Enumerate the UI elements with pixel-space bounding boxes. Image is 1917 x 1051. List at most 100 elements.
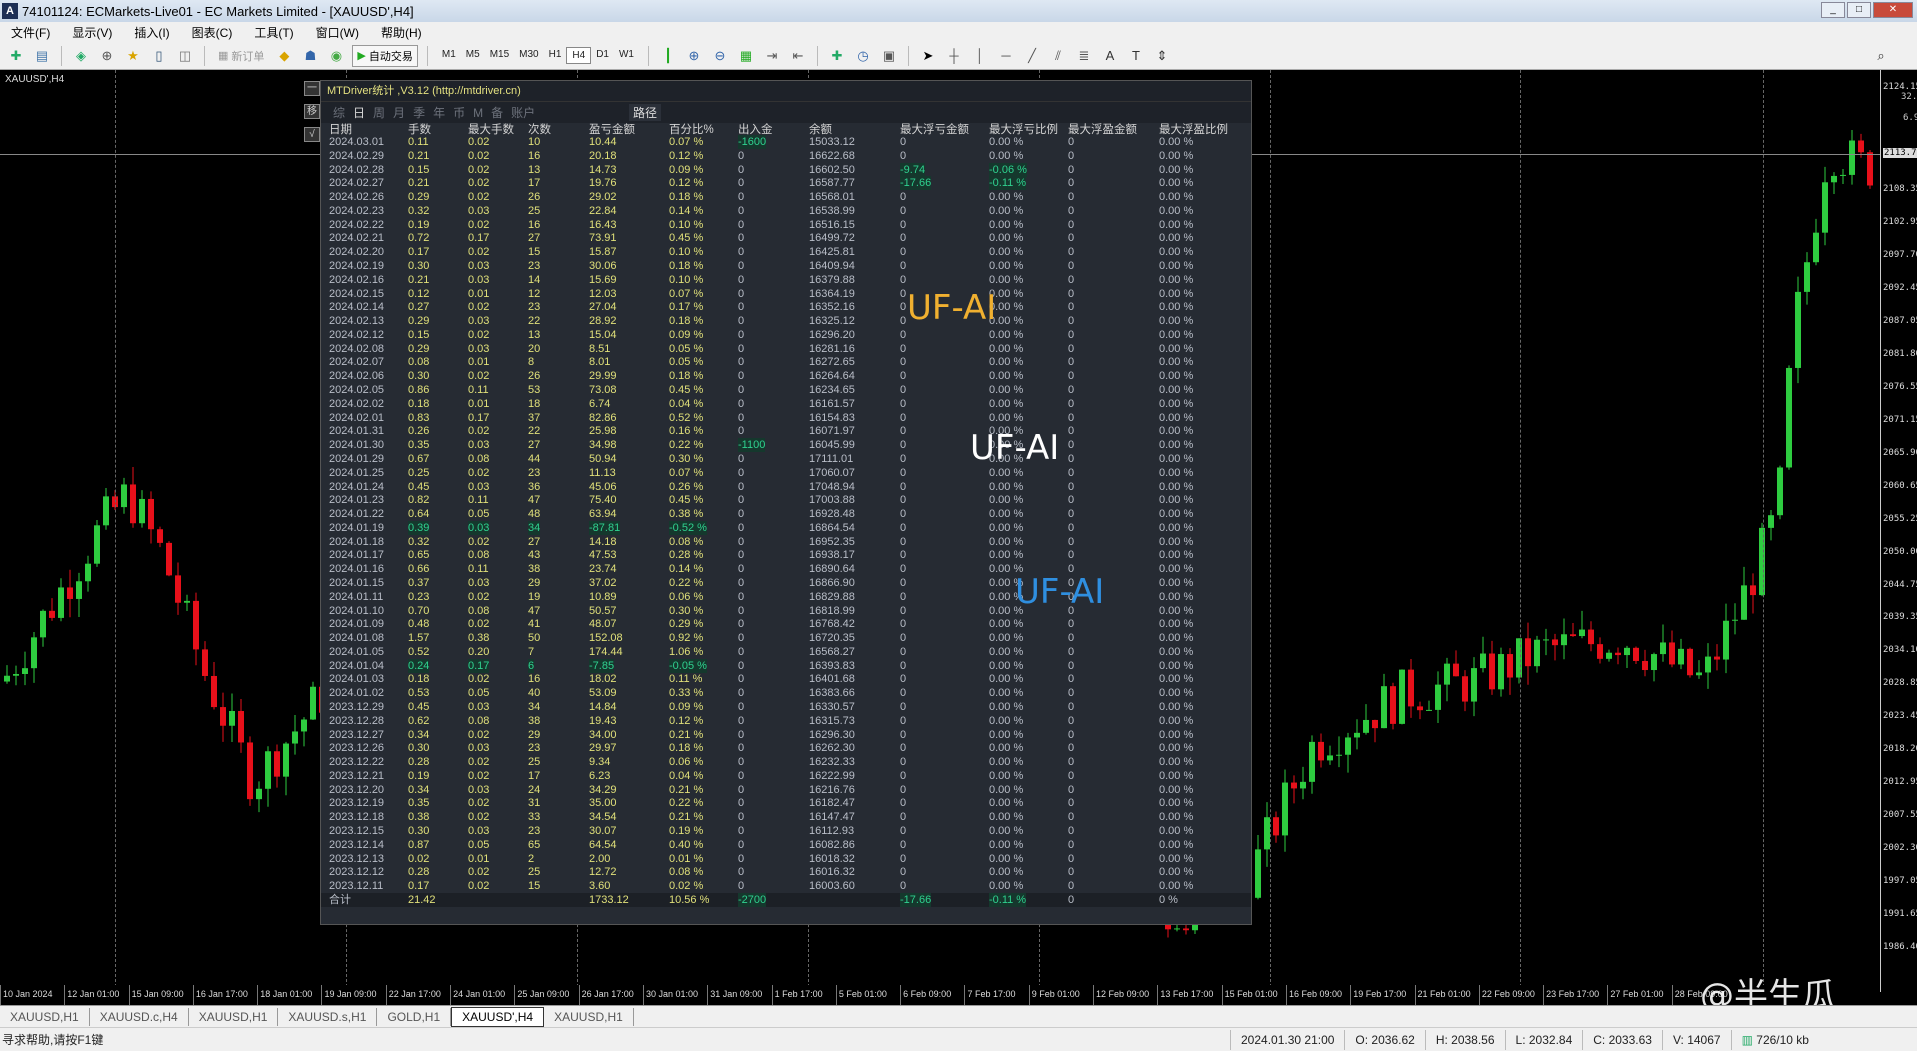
panel-tab-2[interactable]: 周 — [373, 104, 385, 121]
timeframe-d1-button[interactable]: D1 — [591, 47, 614, 64]
timeframe-m15-button[interactable]: M15 — [485, 47, 514, 64]
panel-tab-0[interactable]: 综 — [333, 104, 345, 121]
total-row[interactable]: 合计 21.42 1733.12 10.56 % -2700 -17.66 -0.11 % 0… — [321, 892, 1251, 907]
text-icon[interactable]: A — [1100, 46, 1120, 66]
time-axis[interactable]: 10 Jan 2024 12 Jan 01:00 15 Jan 09:00 16 Ja… — [0, 985, 1880, 1005]
table-row[interactable]: 2023.12.18 0.38 0.02 33 34.54 0.21 % 0 16147.47… — [321, 810, 1251, 824]
panel-tab-1[interactable]: 日 — [353, 104, 365, 121]
periods-icon[interactable]: ◷ — [853, 46, 873, 66]
search-icon[interactable]: ⌕ — [1871, 46, 1891, 66]
new-chart-icon[interactable]: ✚ — [6, 46, 26, 66]
timeframe-m1-button[interactable]: M1 — [437, 47, 461, 64]
table-row[interactable]: 2024.02.02 0.18 0.01 18 6.74 0.04 % 0 16161.57 0… — [321, 397, 1251, 411]
table-row[interactable]: 2024.02.26 0.29 0.02 26 29.02 0.18 % 0 16568.01… — [321, 190, 1251, 204]
chart-tab[interactable]: XAUUSD,H1 — [544, 1007, 634, 1026]
autoscroll-icon[interactable]: ⇤ — [788, 46, 808, 66]
table-row[interactable]: 2023.12.22 0.28 0.02 25 9.34 0.06 % 0 16232.33 0… — [321, 755, 1251, 769]
table-row[interactable]: 2023.12.26 0.30 0.03 23 29.97 0.18 % 0 16262.30… — [321, 741, 1251, 755]
table-row[interactable]: 2024.02.27 0.21 0.02 17 19.76 0.12 % 0 16587.77… — [321, 176, 1251, 191]
trendline-icon[interactable]: ╱ — [1022, 46, 1042, 66]
market-watch-icon[interactable]: ◈ — [71, 46, 91, 66]
community-icon[interactable]: ☗ — [300, 46, 320, 66]
table-row[interactable]: 2024.02.06 0.30 0.02 26 29.99 0.18 % 0 16264.64… — [321, 369, 1251, 383]
table-row[interactable]: 2023.12.21 0.19 0.02 17 6.23 0.04 % 0 16222.99 0… — [321, 769, 1251, 783]
chart-tab[interactable]: XAUUSD,H1 — [189, 1007, 279, 1026]
table-row[interactable]: 2024.01.30 0.35 0.03 27 34.98 0.22 % -1100 1604… — [321, 438, 1251, 453]
minimize-panel-button[interactable]: 一 — [304, 81, 320, 96]
menu-tools[interactable]: 工具(T) — [243, 24, 304, 41]
table-row[interactable]: 2024.02.23 0.32 0.03 25 22.84 0.14 % 0 16538.99… — [321, 204, 1251, 218]
menu-help[interactable]: 帮助(H) — [370, 24, 433, 41]
vertical-line-icon[interactable]: │ — [970, 46, 990, 66]
timeframe-h4-button[interactable]: H4 — [566, 47, 592, 64]
table-row[interactable]: 2024.03.01 0.11 0.02 10 10.44 0.07 % -1600 1503… — [321, 135, 1251, 149]
chart-tab[interactable]: XAUUSD.s,H1 — [278, 1007, 378, 1026]
crosshair-tool-icon[interactable]: ┼ — [944, 46, 964, 66]
table-row[interactable]: 2024.01.03 0.18 0.02 16 18.02 0.11 % 0 16401.68… — [321, 672, 1251, 686]
path-button[interactable]: 路径 — [628, 104, 661, 121]
panel-tab-3[interactable]: 月 — [393, 104, 405, 121]
table-row[interactable]: 2024.01.09 0.48 0.02 41 48.07 0.29 % 0 16768.42… — [321, 617, 1251, 631]
panel-tab-6[interactable]: 币 — [453, 104, 465, 121]
table-row[interactable]: 2023.12.19 0.35 0.02 31 35.00 0.22 % 0 16182.47… — [321, 796, 1251, 810]
panel-tab-9[interactable]: 账户 — [511, 104, 535, 121]
panel-tab-7[interactable]: M — [473, 106, 483, 120]
table-row[interactable]: 2023.12.11 0.17 0.02 15 3.60 0.02 % 0 16003.60 0… — [321, 879, 1251, 893]
table-row[interactable]: 2024.01.19 0.39 0.03 34 -87.81 -0.52 % 0 16864.… — [321, 520, 1251, 535]
table-row[interactable]: 2024.02.14 0.27 0.02 23 27.04 0.17 % 0 16352.16… — [321, 300, 1251, 314]
timeframe-m5-button[interactable]: M5 — [461, 47, 485, 64]
chart-tab[interactable]: XAUUSD.c,H4 — [90, 1007, 189, 1026]
timeframe-m30-button[interactable]: M30 — [514, 47, 543, 64]
menu-charts[interactable]: 图表(C) — [181, 24, 244, 41]
table-row[interactable]: 2024.02.20 0.17 0.02 15 15.87 0.10 % 0 16425.81… — [321, 245, 1251, 259]
table-row[interactable]: 2023.12.27 0.34 0.02 29 34.00 0.21 % 0 16296.30… — [321, 728, 1251, 742]
channel-icon[interactable]: ⫽ — [1048, 46, 1068, 66]
price-axis[interactable]: 2124.15 32.4 6.9 2113.75 2108.35 2102.95 2… — [1880, 70, 1917, 992]
table-row[interactable]: 2024.02.01 0.83 0.17 37 82.86 0.52 % 0 16154.83… — [321, 411, 1251, 425]
profiles-icon[interactable]: ▤ — [32, 46, 52, 66]
table-row[interactable]: 2024.02.08 0.29 0.03 20 8.51 0.05 % 0 16281.16 0… — [321, 342, 1251, 356]
table-row[interactable]: 2023.12.20 0.34 0.03 24 34.29 0.21 % 0 16216.76… — [321, 783, 1251, 797]
table-row[interactable]: 2024.01.04 0.24 0.17 6 -7.85 -0.05 % 0 16393.83… — [321, 658, 1251, 673]
templates-icon[interactable]: ▣ — [879, 46, 899, 66]
table-row[interactable]: 2023.12.12 0.28 0.02 25 12.72 0.08 % 0 16016.32… — [321, 865, 1251, 879]
new-order-button[interactable]: ▦ 新订单 — [214, 46, 268, 66]
metaeditor-icon[interactable]: ◆ — [274, 46, 294, 66]
bar-chart-icon[interactable]: ┃ — [658, 46, 678, 66]
zoom-in-icon[interactable]: ⊕ — [684, 46, 704, 66]
table-row[interactable]: 2024.01.18 0.32 0.02 27 14.18 0.08 % 0 16952.35… — [321, 535, 1251, 549]
horizontal-line-icon[interactable]: ─ — [996, 46, 1016, 66]
table-row[interactable]: 2024.01.10 0.70 0.08 47 50.57 0.30 % 0 16818.99… — [321, 604, 1251, 618]
table-row[interactable]: 2023.12.28 0.62 0.08 38 19.43 0.12 % 0 16315.73… — [321, 714, 1251, 728]
table-row[interactable]: 2024.02.21 0.72 0.17 27 73.91 0.45 % 0 16499.72… — [321, 231, 1251, 245]
table-row[interactable]: 2023.12.13 0.02 0.01 2 2.00 0.01 % 0 16018.32 0 0… — [321, 852, 1251, 866]
timeframe-w1-button[interactable]: W1 — [614, 47, 639, 64]
menu-insert[interactable]: 插入(I) — [123, 24, 180, 41]
table-row[interactable]: 2024.01.15 0.37 0.03 29 37.02 0.22 % 0 16866.90… — [321, 576, 1251, 590]
table-row[interactable]: 2024.01.11 0.23 0.02 19 10.89 0.06 % 0 16829.88… — [321, 590, 1251, 604]
chart-tab[interactable]: XAUUSD',H4 — [451, 1006, 545, 1027]
table-row[interactable]: 2023.12.14 0.87 0.05 65 64.54 0.40 % 0 16082.86… — [321, 838, 1251, 852]
fibonacci-icon[interactable]: ≣ — [1074, 46, 1094, 66]
table-row[interactable]: 2024.01.16 0.66 0.11 38 23.74 0.14 % 0 16890.64… — [321, 562, 1251, 576]
minimize-button[interactable]: _ — [1821, 2, 1845, 18]
confirm-panel-button[interactable]: √ — [304, 127, 320, 142]
table-row[interactable]: 2023.12.15 0.30 0.03 23 30.07 0.19 % 0 16112.93… — [321, 824, 1251, 838]
table-row[interactable]: 2024.01.29 0.67 0.08 44 50.94 0.30 % 0 17111.01… — [321, 452, 1251, 466]
table-row[interactable]: 2024.01.08 1.57 0.38 50 152.08 0.92 % 0 16720.3… — [321, 631, 1251, 645]
panel-tab-5[interactable]: 年 — [433, 104, 445, 121]
menu-window[interactable]: 窗口(W) — [305, 24, 370, 41]
tester-icon[interactable]: ◫ — [175, 46, 195, 66]
table-row[interactable]: 2024.02.07 0.08 0.01 8 8.01 0.05 % 0 16272.65 0 0… — [321, 355, 1251, 369]
crosshair-icon[interactable]: ⊕ — [97, 46, 117, 66]
table-row[interactable]: 2023.12.29 0.45 0.03 34 14.84 0.09 % 0 16330.57… — [321, 700, 1251, 714]
table-row[interactable]: 2024.02.22 0.19 0.02 16 16.43 0.10 % 0 16516.15… — [321, 218, 1251, 232]
table-row[interactable]: 2024.02.28 0.15 0.02 13 14.73 0.09 % 0 16602.50… — [321, 162, 1251, 177]
chart-tab[interactable]: GOLD,H1 — [377, 1007, 452, 1026]
label-icon[interactable]: T — [1126, 46, 1146, 66]
arrows-icon[interactable]: ⇕ — [1152, 46, 1172, 66]
table-row[interactable]: 2024.02.16 0.21 0.03 14 15.69 0.10 % 0 16379.88… — [321, 273, 1251, 287]
table-row[interactable]: 2024.02.19 0.30 0.03 23 30.06 0.18 % 0 16409.94… — [321, 259, 1251, 273]
auto-trading-button[interactable]: ▶ 自动交易 — [352, 44, 418, 67]
cursor-icon[interactable]: ➤ — [918, 46, 938, 66]
